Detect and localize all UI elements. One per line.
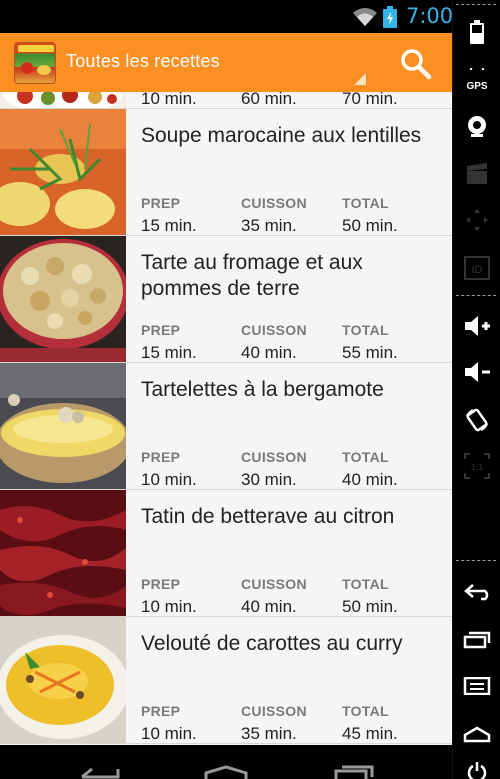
cook-time: 35 min.: [241, 724, 297, 743]
list-item[interactable]: Velouté de carottes au curry PREP CUISSO…: [0, 617, 452, 744]
home-icon[interactable]: [461, 718, 493, 750]
app-logo[interactable]: [14, 42, 56, 84]
camera-icon[interactable]: [461, 110, 493, 142]
media-clapper-icon: [461, 158, 493, 190]
cook-label: CUISSON: [241, 449, 307, 465]
prep-time: 10 min.: [141, 92, 197, 108]
recipe-thumbnail: [0, 109, 126, 235]
prep-label: PREP: [141, 576, 181, 592]
panel-divider: [456, 295, 496, 296]
cook-time: 30 min.: [241, 470, 297, 489]
menu-icon[interactable]: [461, 670, 493, 702]
emulator-side-panel: GPS ID 1:1: [452, 0, 500, 779]
battery-icon: [383, 6, 397, 28]
prep-label: PREP: [141, 195, 181, 211]
rotate-icon[interactable]: [461, 404, 493, 436]
status-bar: 7:00: [0, 0, 454, 33]
list-item[interactable]: Tatin de betterave au citron PREP CUISSO…: [0, 490, 452, 617]
total-time: 40 min.: [342, 470, 398, 489]
dpad-icon: [461, 204, 493, 236]
scale-icon: 1:1: [461, 450, 493, 482]
device-id-icon: ID: [461, 252, 493, 284]
panel-divider: [456, 560, 496, 561]
action-bar-title[interactable]: Toutes les recettes: [66, 51, 220, 72]
id-label: ID: [472, 264, 483, 276]
total-label: TOTAL: [342, 703, 389, 719]
status-clock: 7:00: [406, 4, 454, 28]
power-icon[interactable]: [461, 756, 493, 779]
prep-time: 10 min.: [141, 724, 197, 743]
prep-time: 10 min.: [141, 597, 197, 616]
list-item[interactable]: Soupe marocaine aux lentilles PREP CUISS…: [0, 109, 452, 236]
search-icon[interactable]: [398, 47, 434, 81]
list-item[interactable]: Tartelettes à la bergamote PREP CUISSON …: [0, 363, 452, 490]
total-time: 70 min.: [342, 92, 398, 108]
recipe-thumbnail: [0, 617, 126, 743]
total-time: 55 min.: [342, 343, 398, 362]
cook-label: CUISSON: [241, 576, 307, 592]
recipe-title: Tarte au fromage et aux pommes de terre: [141, 251, 363, 300]
gps-icon[interactable]: GPS: [461, 64, 493, 96]
cook-label: CUISSON: [241, 322, 307, 338]
volume-down-icon[interactable]: [461, 356, 493, 388]
cook-time: 35 min.: [241, 216, 297, 235]
recent-apps-icon[interactable]: [461, 624, 493, 656]
system-nav-bar: [0, 745, 452, 779]
recipe-title: Velouté de carottes au curry: [141, 632, 403, 655]
gps-label: GPS: [466, 81, 487, 92]
battery-control-icon[interactable]: [461, 16, 493, 48]
total-time: 50 min.: [342, 597, 398, 616]
wifi-icon: [353, 8, 377, 26]
recipe-thumbnail: [0, 92, 126, 108]
back-icon[interactable]: [80, 767, 120, 779]
back-icon[interactable]: [461, 576, 493, 608]
cook-time: 40 min.: [241, 597, 297, 616]
recipe-title: Tartelettes à la bergamote: [141, 378, 384, 401]
panel-divider: [456, 4, 496, 5]
total-label: TOTAL: [342, 576, 389, 592]
total-label: TOTAL: [342, 322, 389, 338]
total-time: 50 min.: [342, 216, 398, 235]
prep-label: PREP: [141, 703, 181, 719]
prep-time: 15 min.: [141, 216, 197, 235]
recipe-thumbnail: [0, 363, 126, 489]
list-item[interactable]: 10 min. 60 min. 70 min.: [0, 92, 452, 109]
prep-label: PREP: [141, 322, 181, 338]
cook-time: 60 min.: [241, 92, 297, 108]
total-label: TOTAL: [342, 449, 389, 465]
dropdown-caret-icon[interactable]: [354, 73, 366, 85]
cook-label: CUISSON: [241, 703, 307, 719]
home-icon[interactable]: [204, 765, 248, 779]
recipe-list[interactable]: 10 min. 60 min. 70 min. Soupe marocaine …: [0, 92, 452, 745]
recent-apps-icon[interactable]: [334, 765, 374, 779]
cook-label: CUISSON: [241, 195, 307, 211]
list-item[interactable]: Tarte au fromage et aux pommes de terre …: [0, 236, 452, 363]
recipe-thumbnail: [0, 490, 126, 616]
recipe-thumbnail: [0, 236, 126, 362]
prep-label: PREP: [141, 449, 181, 465]
prep-time: 10 min.: [141, 470, 197, 489]
action-bar: Toutes les recettes: [0, 33, 452, 92]
recipe-title: Soupe marocaine aux lentilles: [141, 124, 422, 147]
prep-time: 15 min.: [141, 343, 197, 362]
total-time: 45 min.: [342, 724, 398, 743]
volume-up-icon[interactable]: [461, 310, 493, 342]
scale-label: 1:1: [471, 462, 484, 472]
total-label: TOTAL: [342, 195, 389, 211]
recipe-title: Tatin de betterave au citron: [141, 505, 395, 528]
cook-time: 40 min.: [241, 343, 297, 362]
